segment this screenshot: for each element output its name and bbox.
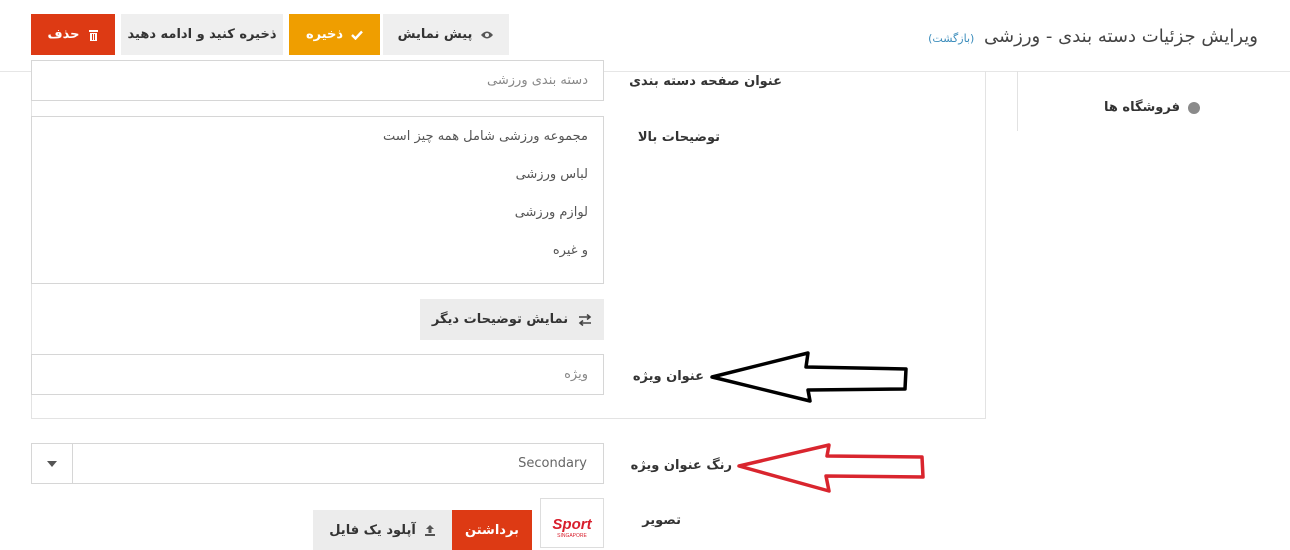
page-title: ویرایش جزئیات دسته بندی - ورزشی (بازگشت) — [928, 26, 1258, 47]
sport-logo-subtext: SINGAPORE — [557, 533, 587, 539]
save-button-label: ذخیره — [305, 27, 344, 42]
page-title-text: ویرایش جزئیات دسته بندی - ورزشی — [984, 26, 1258, 47]
upload-icon — [424, 525, 435, 536]
special-title-color-select[interactable]: Secondary — [31, 443, 604, 484]
page-title-value: دسته بندی ورزشی — [487, 73, 588, 88]
description-line: و غیره — [552, 243, 588, 258]
save-button[interactable]: ذخیره — [289, 14, 380, 55]
show-more-descriptions-label: نمایش توضیحات دیگر — [431, 312, 569, 327]
delete-button-label: حذف — [47, 27, 80, 42]
select-dropdown-toggle[interactable] — [32, 444, 73, 483]
upload-file-button[interactable]: آپلود یک فایل — [313, 510, 452, 550]
page-title-field-label: عنوان صفحه دسته بندی — [629, 74, 782, 89]
annotation-arrow-red — [737, 443, 925, 493]
sidebar-item-stores[interactable]: فروشگاه ها — [1104, 100, 1200, 115]
sidebar-item-label: فروشگاه ها — [1103, 100, 1180, 115]
image-thumbnail: Sport SINGAPORE — [540, 498, 604, 548]
image-label: تصویر — [642, 513, 681, 528]
page-title-input[interactable]: دسته بندی ورزشی — [31, 60, 604, 101]
show-more-descriptions-button[interactable]: نمایش توضیحات دیگر — [420, 299, 604, 340]
top-description-textarea[interactable]: مجموعه ورزشی شامل همه چیز است لباس ورزشی… — [31, 116, 604, 284]
delete-button[interactable]: حذف — [31, 14, 115, 55]
special-title-label: عنوان ویژه — [632, 369, 704, 384]
preview-button[interactable]: پیش نمایش — [383, 14, 509, 55]
save-continue-button[interactable]: ذخیره کنید و ادامه دهید — [121, 14, 283, 55]
remove-image-button[interactable]: برداشتن — [452, 510, 532, 550]
globe-icon — [1188, 101, 1200, 114]
description-line: مجموعه ورزشی شامل همه چیز است — [383, 129, 588, 144]
eye-icon — [481, 31, 494, 38]
save-continue-label: ذخیره کنید و ادامه دهید — [127, 27, 277, 42]
special-title-placeholder: ویژه — [564, 367, 588, 382]
back-link[interactable]: (بازگشت) — [928, 32, 974, 45]
exchange-icon — [578, 313, 592, 326]
upload-file-label: آپلود یک فایل — [329, 522, 416, 538]
description-line: لباس ورزشی — [515, 167, 588, 182]
sidebar-item-partial — [1086, 60, 1186, 72]
top-description-label: توضیحات بالا — [637, 130, 720, 145]
sport-logo-text: Sport — [552, 516, 592, 533]
remove-image-label: برداشتن — [465, 522, 519, 538]
caret-down-icon — [47, 460, 57, 467]
select-value: Secondary — [518, 456, 587, 471]
special-title-input[interactable]: ویژه — [31, 354, 604, 395]
check-icon — [351, 30, 363, 40]
description-line: لوازم ورزشی — [514, 205, 588, 220]
preview-button-label: پیش نمایش — [397, 27, 473, 42]
special-title-color-label: رنگ عنوان ویژه — [630, 458, 732, 473]
trash-icon — [88, 29, 98, 41]
annotation-arrow-black — [710, 351, 908, 403]
sidebar-divider — [1017, 71, 1018, 131]
